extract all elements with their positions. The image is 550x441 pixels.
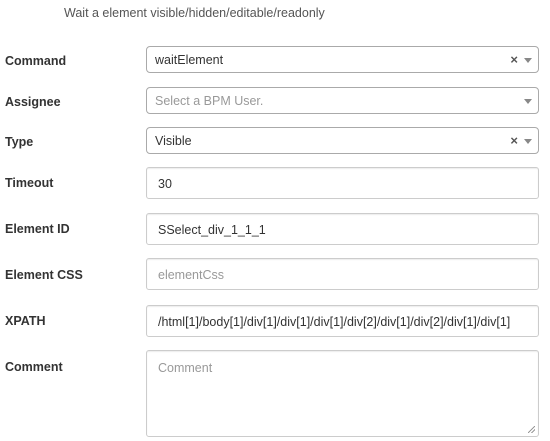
chevron-down-icon[interactable] [524, 139, 532, 144]
assignee-label: Assignee [5, 95, 61, 109]
element-id-input-value: SSelect_div_1_1_1 [158, 223, 266, 237]
xpath-label: XPATH [5, 314, 46, 328]
timeout-label: Timeout [5, 176, 54, 190]
command-select-value: waitElement [155, 53, 224, 67]
clear-icon[interactable]: × [510, 52, 518, 67]
command-description: Wait a element visible/hidden/editable/r… [64, 6, 325, 20]
type-label: Type [5, 135, 34, 149]
chevron-down-icon[interactable] [524, 58, 532, 63]
element-css-input-placeholder: elementCss [158, 268, 224, 282]
timeout-input[interactable]: 30 [146, 167, 539, 199]
xpath-input-value: /html[1]/body[1]/div[1]/div[1]/div[1]/di… [158, 315, 511, 329]
chevron-down-icon[interactable] [524, 99, 532, 104]
assignee-select[interactable]: Select a BPM User. [146, 87, 539, 114]
resize-handle-icon[interactable] [528, 426, 535, 433]
element-css-label: Element CSS [5, 268, 83, 282]
command-label: Command [5, 54, 67, 68]
comment-label: Comment [5, 360, 63, 374]
xpath-input[interactable]: /html[1]/body[1]/div[1]/div[1]/div[1]/di… [146, 305, 539, 337]
clear-icon[interactable]: × [510, 133, 518, 148]
element-id-label: Element ID [5, 222, 70, 236]
comment-textarea-placeholder: Comment [158, 361, 213, 375]
comment-textarea[interactable]: Comment [146, 350, 539, 437]
element-css-input[interactable]: elementCss [146, 258, 539, 290]
type-select[interactable]: Visible × [146, 127, 539, 154]
type-select-value: Visible [155, 134, 192, 148]
command-select[interactable]: waitElement × [146, 46, 539, 73]
element-id-input[interactable]: SSelect_div_1_1_1 [146, 213, 539, 245]
timeout-input-value: 30 [158, 177, 172, 191]
assignee-select-placeholder: Select a BPM User. [155, 94, 264, 108]
